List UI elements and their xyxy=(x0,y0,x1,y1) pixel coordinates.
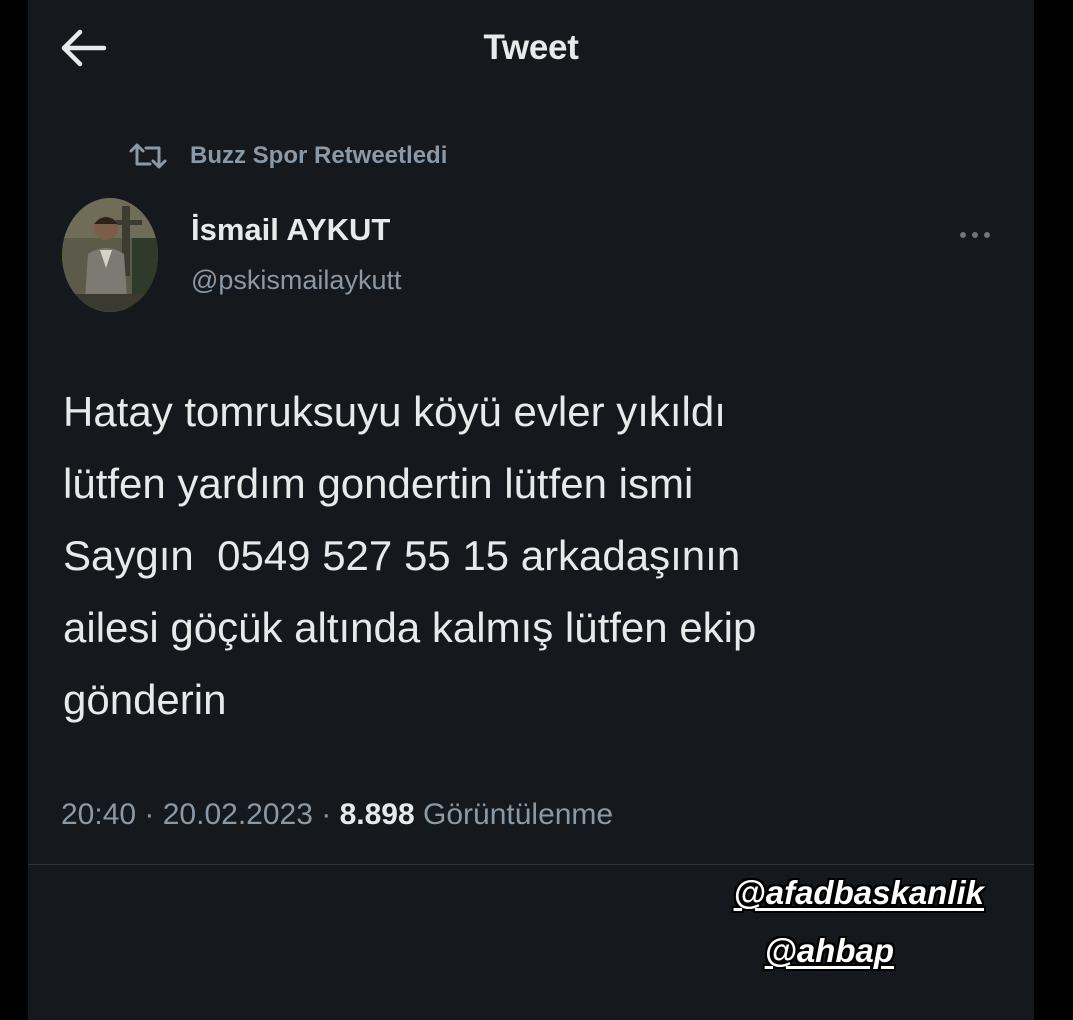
retweet-label: Buzz Spor Retweetledi xyxy=(190,142,448,169)
tweet-text-line: Saygın 0549 527 55 15 arkadaşının xyxy=(63,532,741,579)
more-options-button[interactable] xyxy=(955,222,999,248)
meta-separator: · xyxy=(136,798,163,831)
tweet-text-line: gönderin xyxy=(63,676,227,723)
mention-sticker-afad[interactable]: @afadbaskanlik xyxy=(734,874,984,912)
divider xyxy=(28,864,1034,865)
author-handle[interactable]: @pskismailaykutt xyxy=(191,265,401,296)
views-label: Görüntülenme xyxy=(423,798,614,831)
avatar-photo xyxy=(62,198,158,312)
top-bar: Tweet xyxy=(28,0,1034,98)
author-name[interactable]: İsmail AYKUT xyxy=(191,212,390,248)
views-count[interactable]: 8.898 xyxy=(340,798,415,831)
tweet-meta: 20:40 · 20.02.2023 · 8.898 Görüntülenme xyxy=(61,798,613,832)
tweet-date[interactable]: 20.02.2023 xyxy=(163,798,313,831)
retweet-icon xyxy=(129,143,167,169)
retweet-context[interactable]: Buzz Spor Retweetledi xyxy=(128,138,447,174)
tweet-text-line: Hatay tomruksuyu köyü evler yıkıldı xyxy=(63,388,726,435)
tweet-screen: Tweet Buzz Spor Retweetledi İsmail AYKUT… xyxy=(28,0,1034,1020)
page-title: Tweet xyxy=(483,28,579,67)
more-horizontal-icon xyxy=(960,232,990,238)
tweet-text-line: ailesi göçük altında kalmış lütfen ekip xyxy=(63,604,757,651)
meta-separator: · xyxy=(312,798,340,831)
avatar[interactable] xyxy=(62,198,158,312)
mention-sticker-ahbap[interactable]: @ahbap xyxy=(765,932,894,970)
tweet-time[interactable]: 20:40 xyxy=(61,798,136,831)
tweet-text: Hatay tomruksuyu köyü evler yıkıldı lütf… xyxy=(63,376,993,736)
tweet-text-line: lütfen yardım gondertin lütfen ismi xyxy=(63,460,694,507)
